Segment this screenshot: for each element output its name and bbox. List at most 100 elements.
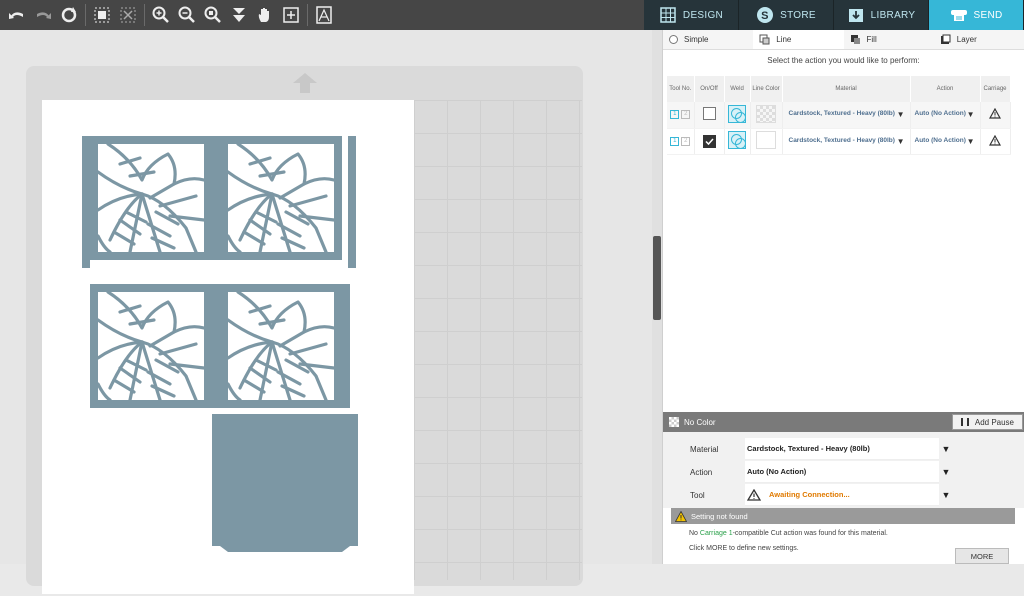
instruction-text: Select the action you would like to perf…: [767, 56, 920, 65]
warning-icon: [988, 134, 1002, 146]
pause-icon: [960, 418, 969, 426]
on-off-checkbox[interactable]: [702, 134, 716, 148]
col-action: Action: [910, 76, 981, 102]
fill-mode-icon: [850, 35, 860, 44]
line-color-swatch: [756, 131, 776, 149]
mat-grid: [414, 100, 582, 580]
material-select[interactable]: Cardstock, Textured - Heavy (80lb) ▼: [782, 102, 911, 129]
col-carriage: Carriage: [980, 76, 1011, 102]
tool-selector[interactable]: 12: [670, 110, 691, 120]
action-row: Action Auto (No Action) ▼: [663, 461, 953, 483]
svg-text:S: S: [761, 10, 769, 22]
dropdown-arrow-icon[interactable]: ▼: [939, 467, 953, 477]
material-label: Material: [690, 444, 719, 454]
tab-fill-label: Fill: [866, 35, 877, 44]
zoom-out-icon[interactable]: [174, 2, 200, 28]
top-toolbar: [0, 0, 644, 30]
add-pause-button[interactable]: Add Pause: [951, 414, 1023, 430]
dropdown-arrow-icon[interactable]: ▼: [939, 490, 953, 500]
no-color-swatch: [669, 417, 679, 427]
store-s-icon: S: [757, 7, 774, 23]
dropdown-arrow-icon[interactable]: ▼: [939, 444, 953, 454]
col-tool-no: Tool No.: [667, 76, 695, 102]
refresh-icon[interactable]: [56, 2, 82, 28]
weld-icon[interactable]: [728, 131, 746, 149]
zoom-in-icon[interactable]: [148, 2, 174, 28]
cut-settings-table: Tool No. On/Off Weld Line Color Material…: [667, 76, 1011, 155]
hand-pan-icon[interactable]: [252, 2, 278, 28]
leaf-box-design[interactable]: [42, 100, 414, 594]
tab-line-label: Line: [776, 35, 792, 44]
mode-tabs: Simple Line Fill Layer: [663, 30, 1024, 50]
deselect-icon[interactable]: [115, 2, 141, 28]
table-row[interactable]: 12 Cardstock, Textured - Heavy (80lb) ▼ A…: [667, 128, 1011, 155]
tab-store-label: STORE: [780, 9, 816, 21]
redo-icon[interactable]: [30, 2, 56, 28]
add-page-icon[interactable]: [278, 2, 304, 28]
warning-icon: [747, 488, 761, 501]
move-down-icon[interactable]: [226, 2, 252, 28]
dropdown-arrow-icon: ▼: [896, 136, 905, 146]
main-nav: DESIGN S STORE LIBRARY SEND: [644, 0, 1024, 30]
line-color-swatch: [756, 104, 776, 123]
grid-icon: [660, 7, 676, 23]
col-on-off: On/Off: [694, 76, 725, 102]
action-select[interactable]: Auto (No Action) ▼: [910, 102, 981, 129]
media-paper: [42, 100, 414, 594]
tab-design[interactable]: DESIGN: [644, 0, 739, 30]
tab-layer-label: Layer: [956, 35, 977, 44]
tool-selector[interactable]: 12: [670, 136, 691, 146]
tab-library-label: LIBRARY: [870, 9, 916, 21]
send-panel: Simple Line Fill Layer Select the action…: [662, 30, 1024, 564]
material-row: Material Cardstock, Textured - Heavy (80…: [663, 438, 953, 460]
dropdown-arrow-icon: ▼: [896, 110, 905, 120]
dropdown-arrow-icon: ▼: [966, 110, 975, 120]
action-label: Action: [690, 467, 713, 477]
tab-fill[interactable]: Fill: [844, 30, 934, 49]
trace-icon[interactable]: [311, 2, 337, 28]
notice-line1: No Carriage 1-compatible Cut action was …: [689, 530, 888, 537]
tab-design-label: DESIGN: [682, 9, 724, 21]
weld-icon[interactable]: [728, 104, 746, 123]
radio-icon: [669, 35, 678, 44]
check-icon: [704, 137, 714, 145]
table-row[interactable]: 12 Cardstock, Textured - Heavy (80lb) ▼ A…: [667, 102, 1011, 129]
send-cutter-icon: [950, 10, 967, 21]
select-all-icon[interactable]: [89, 2, 115, 28]
material-select[interactable]: Cardstock, Textured - Heavy (80lb) ▼: [782, 128, 911, 155]
tool-dropdown[interactable]: Awaiting Connection...: [745, 484, 939, 506]
warning-icon: [988, 108, 1002, 119]
zoom-fit-icon[interactable]: [200, 2, 226, 28]
settings-area: Material Cardstock, Textured - Heavy (80…: [663, 432, 1024, 508]
carriage-link[interactable]: Carriage 1: [700, 530, 733, 537]
warning-icon: [675, 510, 687, 522]
tab-send[interactable]: SEND: [929, 0, 1024, 30]
tab-layer[interactable]: Layer: [934, 30, 1024, 49]
on-off-checkbox[interactable]: [702, 107, 716, 121]
tab-send-label: SEND: [973, 9, 1003, 21]
more-button[interactable]: MORE: [955, 548, 1009, 564]
layer-mode-icon: [940, 34, 951, 44]
line-mode-icon: [759, 34, 770, 45]
col-weld: Weld: [724, 76, 751, 102]
action-dropdown[interactable]: Auto (No Action): [745, 461, 939, 483]
settings-header: No Color Add Pause: [663, 412, 1024, 432]
tab-store[interactable]: S STORE: [739, 0, 834, 30]
col-material: Material: [782, 76, 911, 102]
color-label: No Color: [684, 417, 716, 427]
tool-row: Tool Awaiting Connection... ▼: [663, 484, 953, 506]
undo-icon[interactable]: [4, 2, 30, 28]
col-line-color: Line Color: [750, 76, 783, 102]
notice-title: Setting not found: [691, 511, 748, 521]
feed-arrow-icon: [293, 73, 317, 93]
design-canvas[interactable]: [0, 30, 652, 594]
tab-simple[interactable]: Simple: [663, 30, 753, 49]
tab-line[interactable]: Line: [753, 30, 844, 49]
tab-simple-label: Simple: [684, 35, 709, 44]
material-dropdown[interactable]: Cardstock, Textured - Heavy (80lb): [745, 438, 939, 460]
tab-library[interactable]: LIBRARY: [834, 0, 929, 30]
library-download-icon: [848, 9, 863, 22]
scroll-thumb[interactable]: [653, 236, 661, 320]
setting-not-found-notice: Setting not found No Carriage 1-compatib…: [671, 508, 1015, 564]
action-select[interactable]: Auto (No Action) ▼: [910, 128, 981, 155]
